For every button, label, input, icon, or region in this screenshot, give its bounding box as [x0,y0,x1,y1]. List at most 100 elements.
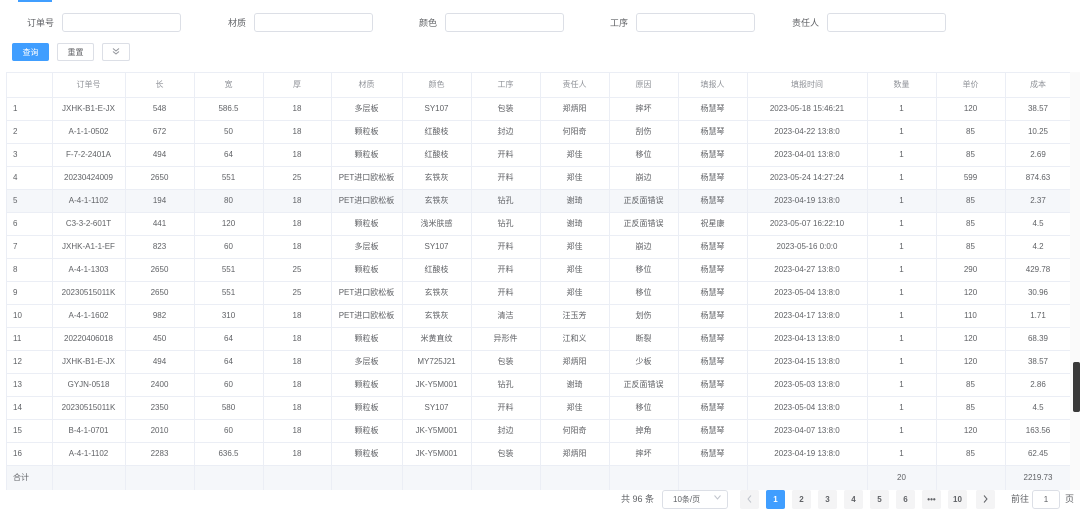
owner-input[interactable] [827,12,946,32]
cell-reason: 移位 [609,258,679,282]
table-row[interactable]: 6 C3-3-2-601T 441 120 18 颗粒板 浅米肤感 钻孔 谢琦 正反面错误 祝星康 2… [7,212,1070,236]
page-button[interactable]: 3 [818,490,837,509]
page-button[interactable]: 2 [792,490,811,509]
filter-process: 工序 [584,12,755,32]
page-button[interactable]: 6 [896,490,915,509]
cell-length: 2650 [125,166,195,190]
cell-color: 红酸枝 [402,120,472,144]
cell-thickness: 18 [263,350,332,374]
cell-reason: 移位 [609,396,679,420]
cell-report-time: 2023-04-07 13:8:0 [747,419,868,443]
cell-length: 672 [125,120,195,144]
search-button[interactable]: 查询 [12,43,49,61]
table-row[interactable]: 15 B-4-1-0701 2010 60 18 颗粒板 JK-Y5M001 封边 何阳奇 掉角杨… [7,419,1070,443]
page-button[interactable]: 10 [948,490,967,509]
cell-report-time: 2023-04-22 13:8:0 [747,120,868,144]
cell-unit-price: 599 [936,166,1006,190]
cell-thickness: 25 [263,166,332,190]
page-size-select[interactable]: 10条/页 [662,490,728,509]
cell-cost: 2.69 [1005,143,1070,167]
cell-index: 6 [7,212,53,236]
cell-material: 颗粒板 [331,442,403,466]
table-row[interactable]: 10 A-4-1-1602 982 310 18 PET进口欧松板 玄铁灰 清洁 汪玉芳 划伤 杨慧… [7,304,1070,328]
cell-order-no: A-4-1-1303 [52,258,126,282]
cell-owner: 谢琦 [540,189,610,213]
table-scrollbar-thumb[interactable] [1073,362,1080,412]
cell-reporter: 杨慧琴 [678,419,748,443]
column-header-order-no: 订单号 [52,73,126,98]
cell-color: 浅米肤感 [402,212,472,236]
cell-report-time: 2023-05-04 13:8:0 [747,396,868,420]
column-header-report-time: 填报时间 [747,73,868,98]
next-page-button[interactable] [976,490,995,509]
table-row[interactable]: 16 A-4-1-1102 2283 636.5 18 颗粒板 JK-Y5M001 包装 郑炳阳… [7,442,1070,466]
table-row[interactable]: 8 A-4-1-1303 2650 551 25 颗粒板 红酸枝 开料 郑佳 移位 杨慧琴 2023-… [7,258,1070,282]
table-row[interactable]: 12 JXHK-B1-E-JX 494 64 18 多层板 MY725J21 包装 郑炳阳 少板杨… [7,350,1070,374]
more-pages-button[interactable]: ••• [922,490,941,509]
cell-thickness: 18 [263,143,332,167]
cell-thickness: 18 [263,120,332,144]
table-row[interactable]: 1 JXHK-B1-E-JX 548 586.5 18 多层板 SY107 包装 郑炳阳 摔坏 杨慧… [7,97,1070,121]
cell-material: 颗粒板 [331,212,403,236]
page-button[interactable]: 4 [844,490,863,509]
cell-owner: 何阳奇 [540,419,610,443]
table-row[interactable]: 13 GYJN-0518 2400 60 18 颗粒板 JK-Y5M001 钻孔 谢琦 正反面错误… [7,373,1070,397]
cell-order-no: A-4-1-1602 [52,304,126,328]
expand-filters-button[interactable] [102,43,130,61]
cell-index: 7 [7,235,53,259]
cell-owner: 汪玉芳 [540,304,610,328]
cell-color: SY107 [402,396,472,420]
color-input[interactable] [445,12,564,32]
table-row[interactable]: 11 20220406018 450 64 18 颗粒板 米黄直纹 异形件 江和义 断裂 杨慧琴 20… [7,327,1070,351]
table-row[interactable]: 4 20230424009 2650 551 25 PET进口欧松板 玄铁灰 开料 郑佳 崩边 杨慧… [7,166,1070,190]
cell-index: 16 [7,442,53,466]
cell-reason: 崩边 [609,235,679,259]
table-row[interactable]: 9 20230515011K 2650 551 25 PET进口欧松板 玄铁灰 开料 郑佳 移位杨… [7,281,1070,305]
cell-unit-price: 120 [936,350,1006,374]
cell-length: 494 [125,143,195,167]
reset-button[interactable]: 重置 [57,43,94,61]
page-button[interactable]: 1 [766,490,785,509]
table-row[interactable]: 2 A-1-1-0502 672 50 18 颗粒板 红酸枝 封边 何阳奇 刮伤 杨慧琴 2023-0… [7,120,1070,144]
cell-index: 15 [7,419,53,443]
cell-owner: 江和义 [540,327,610,351]
cell-length: 441 [125,212,195,236]
cell-material: 颗粒板 [331,373,403,397]
table-row[interactable]: 3 F-7-2-2401A 494 64 18 颗粒板 红酸枝 开料 郑佳 移位 杨慧琴 2023-0… [7,143,1070,167]
cell-cost: 62.45 [1005,442,1070,466]
material-input[interactable] [254,12,373,32]
process-input[interactable] [636,12,755,32]
cell-index: 5 [7,189,53,213]
cell-thickness: 18 [263,97,332,121]
prev-page-button[interactable] [740,490,759,509]
cell-order-no: F-7-2-2401A [52,143,126,167]
cell-length: 548 [125,97,195,121]
cell-index: 10 [7,304,53,328]
goto-page-input[interactable] [1032,490,1060,509]
table-row[interactable]: 5 A-4-1-1102 194 80 18 PET进口欧松板 玄铁灰 钻孔 谢琦 正反面错误 杨慧… [7,189,1070,213]
cell-unit-price: 120 [936,327,1006,351]
page-button[interactable]: 5 [870,490,889,509]
cell-index: 14 [7,396,53,420]
defect-table: 订单号长宽厚材质 颜色 工序 责任人 原因 填报人 填报时间 数量 单价 成本 1 JXHK-B1-… [6,72,1070,490]
cell-quantity: 1 [867,327,937,351]
table-header: 订单号长宽厚材质 颜色 工序 责任人 原因 填报人 填报时间 数量 单价 成本 [7,73,1070,98]
cell-length: 494 [125,350,195,374]
cell-width: 60 [194,419,264,443]
cell-owner: 郑佳 [540,235,610,259]
cell-material: 颗粒板 [331,419,403,443]
cell-thickness: 18 [263,327,332,351]
cell-cost: 38.57 [1005,97,1070,121]
cell-order-no: A-4-1-1102 [52,189,126,213]
cell-material: 多层板 [331,97,403,121]
cell-order-no: A-1-1-0502 [52,120,126,144]
cell-report-time: 2023-04-15 13:8:0 [747,350,868,374]
cell-width: 586.5 [194,97,264,121]
table-row[interactable]: 14 20230515011K 2350 580 18 颗粒板 SY107 开料 郑佳 移位 杨慧琴… [7,396,1070,420]
cell-length: 2400 [125,373,195,397]
cell-quantity: 1 [867,373,937,397]
table-row[interactable]: 7 JXHK-A1-1-EF 823 60 18 多层板 SY107 开料 郑佳 崩边 杨慧琴 202… [7,235,1070,259]
cell-unit-price: 85 [936,189,1006,213]
order-no-input[interactable] [62,12,181,32]
cell-reporter: 杨慧琴 [678,97,748,121]
